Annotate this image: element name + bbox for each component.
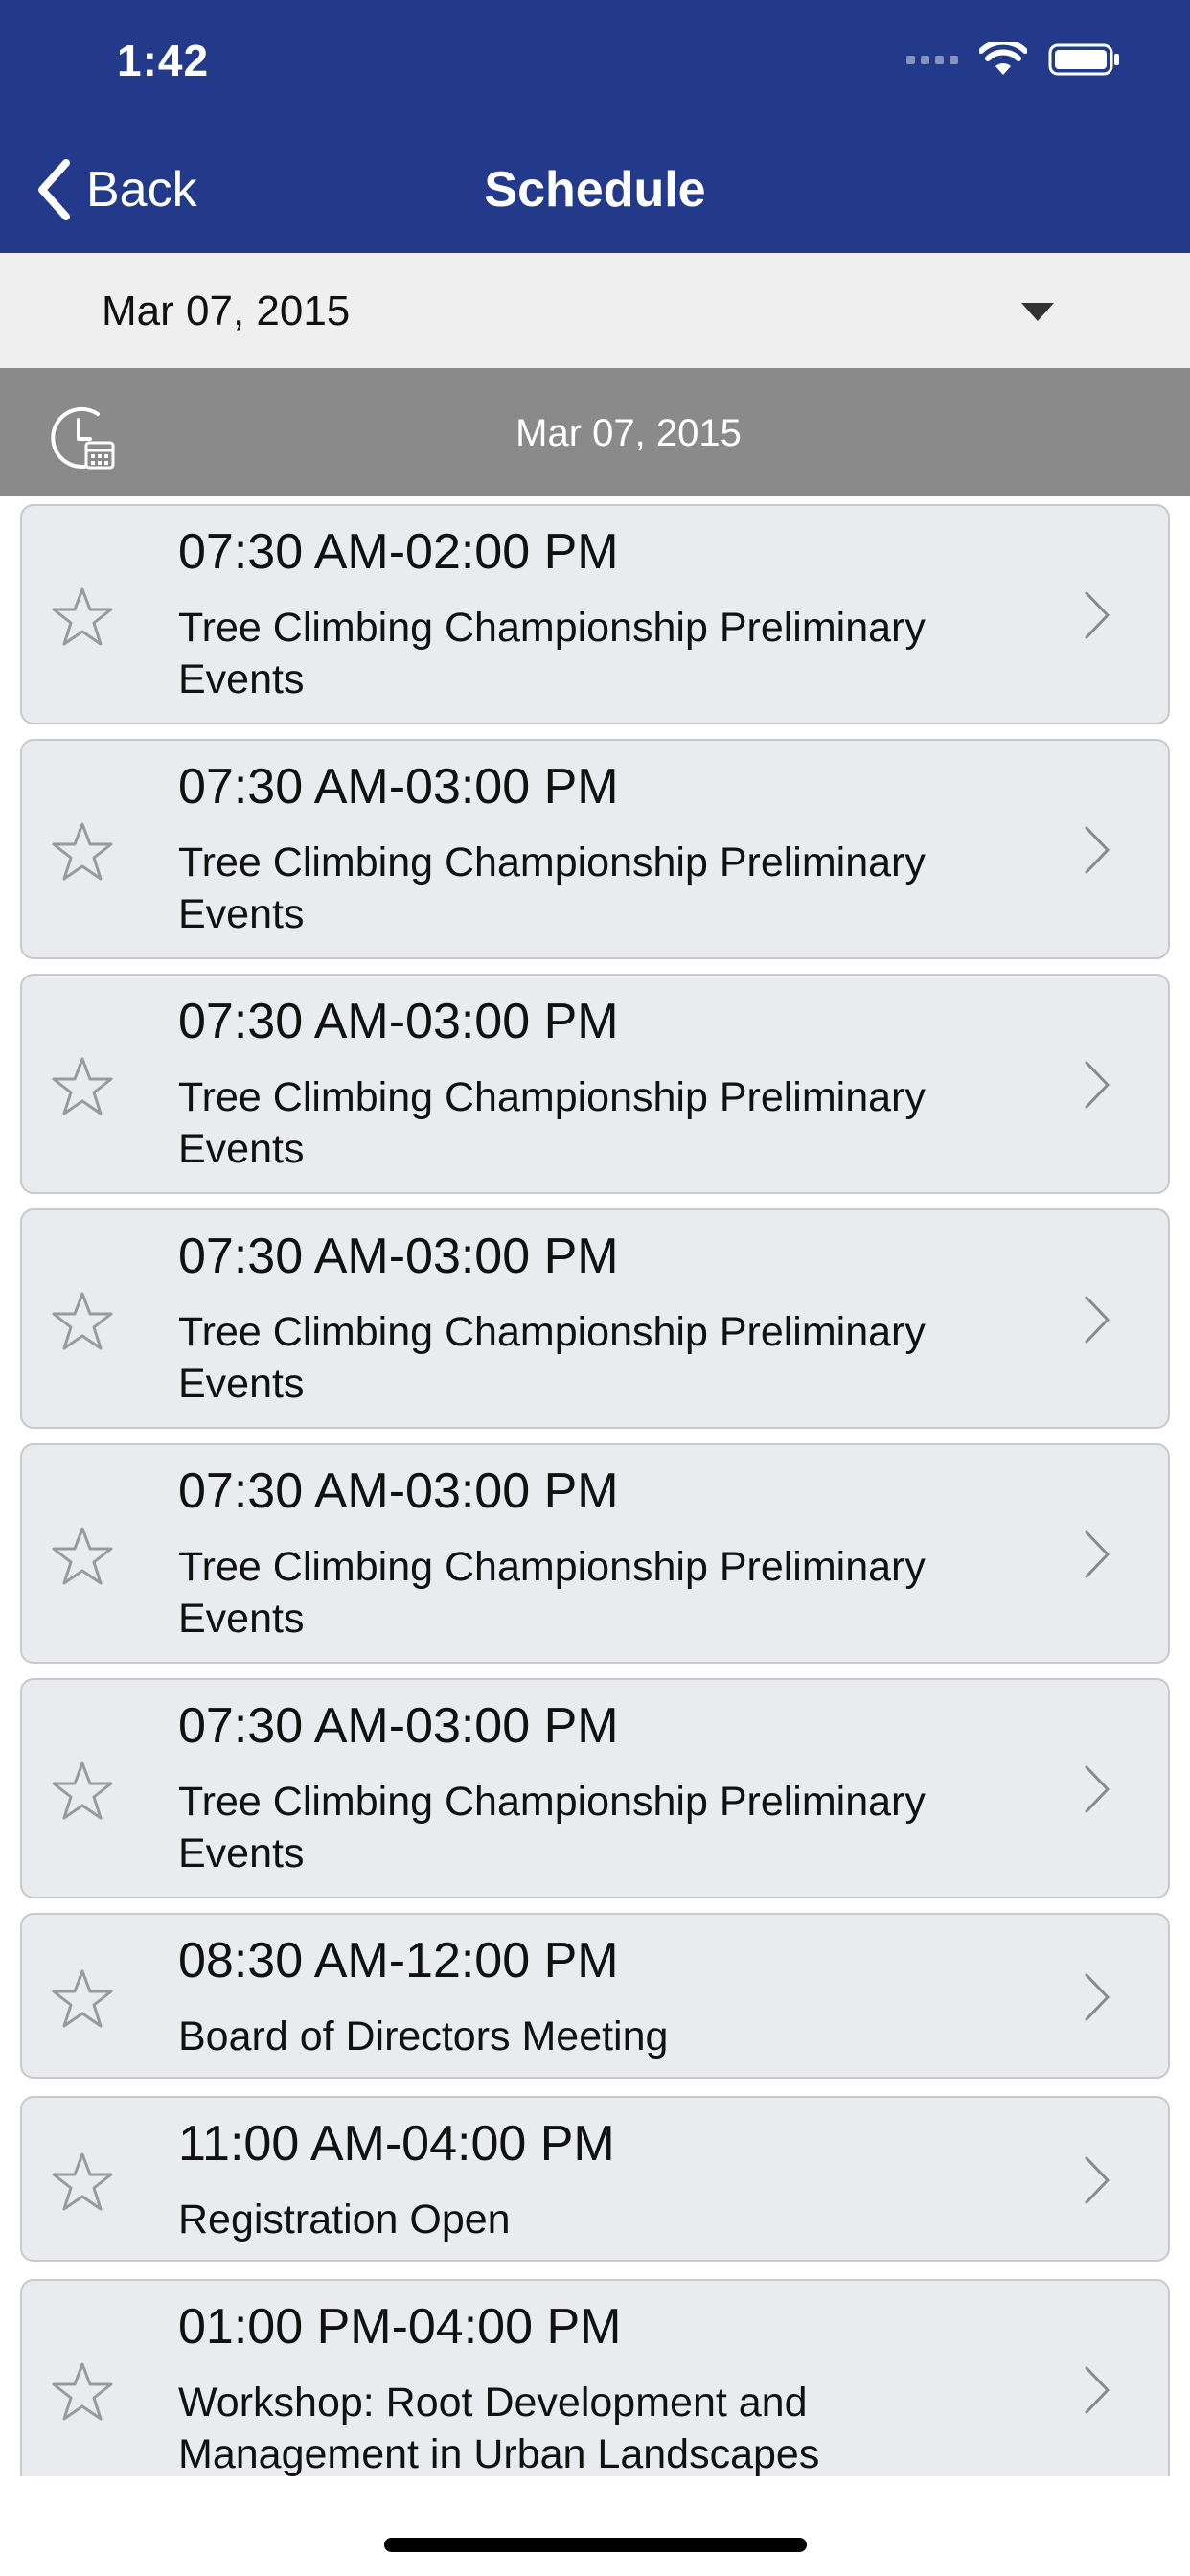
event-card[interactable]: 07:30 AM-03:00 PM Tree Climbing Champion…: [20, 1208, 1170, 1429]
chevron-right-icon: [1085, 826, 1110, 874]
chevron-right-icon: [1085, 2366, 1110, 2414]
event-time: 07:30 AM-02:00 PM: [178, 524, 619, 580]
chevron-right-icon: [1085, 1973, 1110, 2021]
star-outline-icon[interactable]: [51, 1526, 114, 1587]
cellular-signal-icon: [906, 55, 958, 64]
event-title: Tree Climbing Championship Preliminary E…: [178, 605, 926, 702]
caret-down-icon: [1021, 303, 1054, 321]
home-indicator[interactable]: [384, 2538, 807, 2552]
event-card[interactable]: 07:30 AM-02:00 PM Tree Climbing Champion…: [20, 504, 1170, 724]
chevron-right-icon: [1085, 591, 1110, 639]
wifi-icon: [979, 42, 1027, 75]
event-time: 07:30 AM-03:00 PM: [178, 1698, 619, 1754]
chevron-right-icon: [1085, 1061, 1110, 1109]
status-time: 1:42: [117, 35, 210, 85]
star-outline-icon[interactable]: [51, 2151, 114, 2213]
event-card[interactable]: 08:30 AM-12:00 PM Board of Directors Mee…: [20, 1913, 1170, 2079]
star-outline-icon[interactable]: [51, 2361, 114, 2423]
star-outline-icon[interactable]: [51, 586, 114, 648]
section-header: Mar 07, 2015: [0, 368, 1190, 496]
event-card[interactable]: 11:00 AM-04:00 PM Registration Open: [20, 2096, 1170, 2262]
navigation-bar: 1:42 Back Schedule: [0, 0, 1190, 253]
event-time: 07:30 AM-03:00 PM: [178, 759, 619, 815]
event-card[interactable]: 07:30 AM-03:00 PM Tree Climbing Champion…: [20, 974, 1170, 1194]
star-outline-icon[interactable]: [51, 1291, 114, 1352]
chevron-right-icon: [1085, 1296, 1110, 1344]
battery-icon: [1048, 43, 1119, 76]
event-list: 07:30 AM-02:00 PM Tree Climbing Champion…: [0, 496, 1190, 2476]
star-outline-icon[interactable]: [51, 1968, 114, 2030]
event-time: 08:30 AM-12:00 PM: [178, 1933, 619, 1989]
event-title: Tree Climbing Championship Preliminary E…: [178, 840, 926, 937]
chevron-right-icon: [1085, 1530, 1110, 1578]
section-date: Mar 07, 2015: [515, 412, 742, 454]
event-title: Tree Climbing Championship Preliminary E…: [178, 1544, 926, 1642]
star-outline-icon[interactable]: [51, 821, 114, 883]
event-title: Tree Climbing Championship Preliminary E…: [178, 1779, 926, 1876]
event-card[interactable]: 07:30 AM-03:00 PM Tree Climbing Champion…: [20, 1678, 1170, 1898]
event-time: 07:30 AM-03:00 PM: [178, 1463, 619, 1519]
event-card[interactable]: 01:00 PM-04:00 PM Workshop: Root Develop…: [20, 2279, 1170, 2476]
chevron-right-icon: [1085, 2156, 1110, 2204]
event-title: Tree Climbing Championship Preliminary E…: [178, 1309, 926, 1407]
page-title: Schedule: [484, 162, 706, 218]
event-card[interactable]: 07:30 AM-03:00 PM Tree Climbing Champion…: [20, 739, 1170, 959]
star-outline-icon[interactable]: [51, 1760, 114, 1822]
event-time: 01:00 PM-04:00 PM: [178, 2299, 622, 2355]
star-outline-icon[interactable]: [51, 1056, 114, 1117]
event-card[interactable]: 07:30 AM-03:00 PM Tree Climbing Champion…: [20, 1443, 1170, 1664]
status-icons: [906, 42, 1121, 77]
date-dropdown-value: Mar 07, 2015: [102, 288, 351, 334]
date-dropdown[interactable]: Mar 07, 2015: [0, 253, 1190, 368]
event-time: 07:30 AM-03:00 PM: [178, 994, 619, 1049]
chevron-right-icon: [1085, 1765, 1110, 1813]
event-title: Registration Open: [178, 2196, 511, 2242]
event-title: Workshop: Root Development and Managemen…: [178, 2380, 820, 2476]
event-title: Tree Climbing Championship Preliminary E…: [178, 1074, 926, 1172]
event-time: 11:00 AM-04:00 PM: [178, 2116, 615, 2172]
event-title: Board of Directors Meeting: [178, 2013, 669, 2059]
event-time: 07:30 AM-03:00 PM: [178, 1229, 619, 1284]
